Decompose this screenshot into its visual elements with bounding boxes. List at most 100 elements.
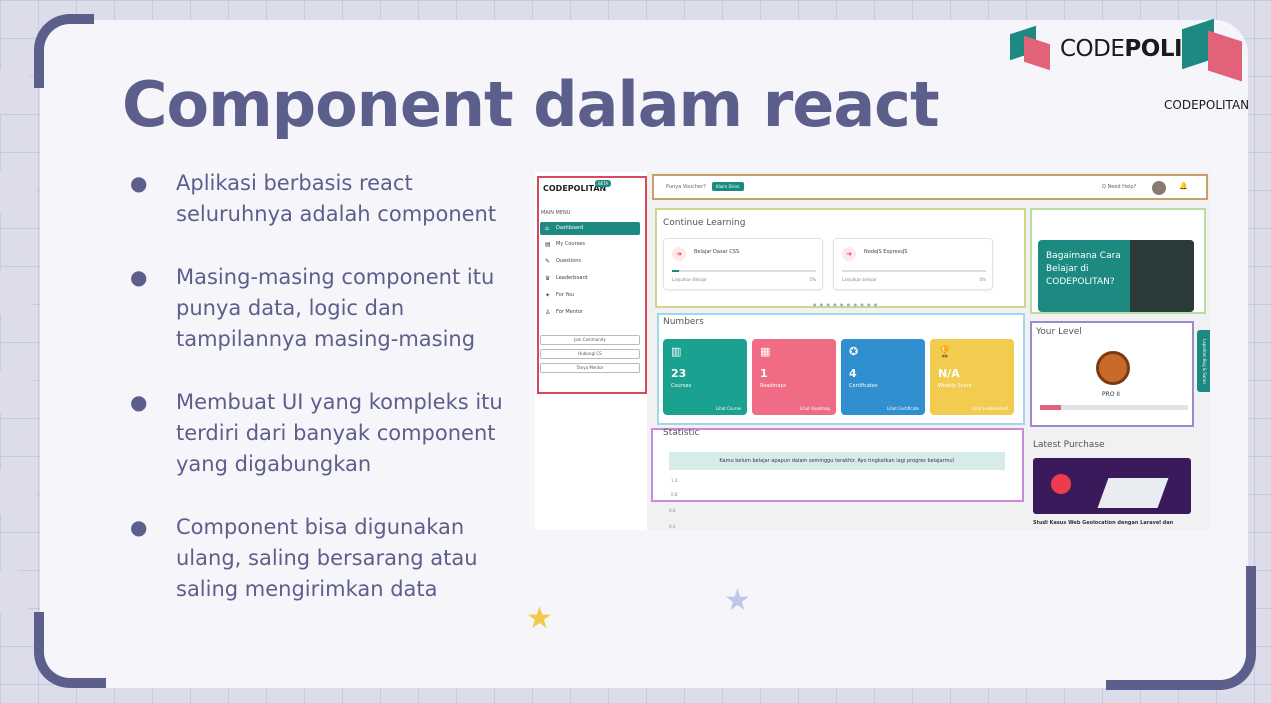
stat-icon: ▦: [760, 345, 771, 358]
slide-title: Component dalam react: [122, 68, 940, 141]
play-icon: ➜: [672, 247, 686, 261]
level-badge-icon: [1096, 351, 1130, 385]
bullet-text: Masing-masing component itu punya data, …: [176, 265, 495, 351]
corner-decoration-bottom-right: [1106, 566, 1256, 690]
dashboard-screenshot: CODEPOLITAN BETA MAIN MENU ⌂ Dashboard ▤ My…: [535, 172, 1210, 530]
corner-decoration-bottom-left: [34, 612, 106, 688]
sidebar-component-outline: [537, 176, 647, 394]
corner-decoration-top-left: [34, 14, 94, 88]
sidebar-item-label: My Courses: [556, 241, 585, 247]
level-progress: [1040, 405, 1188, 410]
stat-value: N/A: [938, 367, 960, 380]
sidebar-item-icon: ✎: [545, 258, 551, 265]
star-lavender-icon: ★: [724, 583, 751, 618]
latest-purchase-thumbnail[interactable]: [1033, 458, 1191, 514]
course-card[interactable]: ➜ Belajar Dasar CSS Lanjutkan Belajar 5%: [663, 238, 823, 290]
sidebar-item-label: For Mentor: [556, 309, 584, 315]
sidebar-item-label: Questions: [556, 258, 581, 264]
bullet-text: Membuat UI yang kompleks itu terdiri dar…: [176, 390, 503, 476]
sidebar-item-my-courses[interactable]: ▤ My Courses: [540, 238, 640, 251]
course-percent: 5%: [809, 277, 816, 282]
voucher-claim-button[interactable]: Klaim Disini: [712, 182, 744, 191]
course-card[interactable]: ➜ NodeJS ExpressJS Lanjutkan belajar 0%: [833, 238, 993, 290]
axis-tick-label: 0.6: [669, 508, 676, 513]
bullet-text: Aplikasi berbasis react seluruhnya adala…: [176, 171, 497, 226]
bell-icon[interactable]: 🔔: [1179, 182, 1188, 190]
level-name: PRO II: [1102, 391, 1120, 398]
cube-logo-large-icon: [1182, 18, 1242, 86]
star-yellow-icon: ★: [526, 601, 553, 636]
sidebar-item-icon: ⌂: [545, 225, 549, 232]
bullet-dot-icon: ●: [130, 265, 148, 289]
stat-label: Certificates: [849, 383, 878, 389]
sidebar-item-questions[interactable]: ✎ Questions: [540, 255, 640, 268]
statistic-panel: Statistic Kamu belum belajar apapun dala…: [651, 428, 1024, 502]
course-continue-link[interactable]: Lanjutkan belajar: [842, 277, 877, 282]
continue-learning-title: Continue Learning: [663, 218, 746, 228]
axis-tick-label: 1.0: [671, 478, 678, 483]
course-name: Belajar Dasar CSS: [694, 249, 740, 255]
bullet-text: Component bisa digunakan ulang, saling b…: [176, 515, 478, 601]
stat-value: 4: [849, 367, 857, 380]
statistic-banner: Kamu belum belajar apapun dalam seminggu…: [669, 452, 1005, 470]
stat-icon: 🏆: [938, 345, 952, 358]
sidebar-badge: BETA: [595, 180, 612, 187]
continue-learning-panel: Continue Learning ➜ Belajar Dasar CSS Lanj…: [655, 208, 1026, 308]
course-name: NodeJS ExpressJS: [864, 249, 908, 255]
stat-link[interactable]: Lihat Course: [716, 406, 741, 411]
course-progress: [842, 270, 986, 272]
numbers-title: Numbers: [663, 317, 704, 327]
stat-label: Weekly Score: [938, 383, 972, 389]
dashboard-topbar: Punya Voucher? Klaim Disini Q Need Help?…: [652, 174, 1208, 200]
statistic-title: Statistic: [663, 428, 700, 438]
bullet-item: ● Component bisa digunakan ulang, saling …: [130, 512, 530, 605]
stat-card-roadmaps: ▦ 1 Roadmaps Lihat Roadmap: [752, 339, 836, 415]
course-continue-link[interactable]: Lanjutkan Belajar: [672, 277, 707, 282]
promo-text: Bagaimana Cara Belajar di CODEPOLITAN?: [1046, 251, 1121, 287]
stat-card-certificates: ✪ 4 Certificates Lihat Certificate: [841, 339, 925, 415]
sidebar-item-icon: ▤: [545, 241, 551, 248]
course-percent: 0%: [979, 277, 986, 282]
bullet-item: ● Aplikasi berbasis react seluruhnya adal…: [130, 168, 530, 230]
sidebar-item-icon: ✦: [545, 292, 551, 299]
course-progress: [672, 270, 816, 272]
level-title: Your Level: [1036, 327, 1082, 337]
axis-tick-label: 0.4: [669, 524, 676, 529]
sidebar-button[interactable]: Tanya Mentor: [540, 363, 640, 373]
sidebar-item-icon: ♛: [545, 275, 551, 282]
need-help-link[interactable]: Q Need Help?: [1102, 184, 1136, 190]
promo-panel: Bagaimana Cara Belajar di CODEPOLITAN?: [1030, 208, 1206, 314]
sidebar-item-icon: ♙: [545, 309, 551, 316]
sidebar-item-leaderboard[interactable]: ♛ Leaderboard: [540, 272, 640, 285]
bullet-dot-icon: ●: [130, 390, 148, 414]
sidebar-item-label: For You: [556, 292, 575, 298]
sidebar-item-dashboard[interactable]: ⌂ Dashboard: [540, 222, 640, 235]
bullet-item: ● Masing-masing component itu punya data,…: [130, 262, 530, 355]
stat-icon: ✪: [849, 345, 859, 358]
sidebar-button[interactable]: Join Community: [540, 335, 640, 345]
bullet-dot-icon: ●: [130, 171, 148, 195]
stat-card-courses: ▥ 23 Courses Lihat Course: [663, 339, 747, 415]
stat-link[interactable]: Lihat Leaderboard: [972, 406, 1008, 411]
avatar[interactable]: [1152, 181, 1166, 195]
report-bug-tab[interactable]: Laporkan Bug & Saran: [1197, 330, 1210, 392]
latest-purchase-caption: Studi Kasus Web Geolocation dengan Larav…: [1033, 520, 1174, 526]
sidebar-item-for-you[interactable]: ✦ For You: [540, 289, 640, 302]
logo-subtext: CODEPOLITAN: [1164, 98, 1250, 112]
play-icon: ➜: [842, 247, 856, 261]
stat-label: Roadmaps: [760, 383, 787, 389]
stat-link[interactable]: Lihat Roadmap: [800, 406, 830, 411]
level-panel: Your Level PRO II: [1030, 321, 1194, 427]
bullet-item: ● Membuat UI yang kompleks itu terdiri da…: [130, 387, 530, 480]
latest-purchase-title: Latest Purchase: [1033, 440, 1105, 450]
stat-card-weekly-score: 🏆 N/A Weekly Score Lihat Leaderboard: [930, 339, 1014, 415]
sidebar-item-for-mentor[interactable]: ♙ For Mentor: [540, 306, 640, 319]
stat-link[interactable]: Lihat Certificate: [887, 406, 919, 411]
stat-label: Courses: [671, 383, 692, 389]
promo-banner[interactable]: Bagaimana Cara Belajar di CODEPOLITAN?: [1038, 240, 1194, 312]
sidebar-item-label: Leaderboard: [556, 275, 588, 281]
stat-value: 23: [671, 367, 687, 380]
carousel-dots[interactable]: ● ● ● ● ● ● ● ● ● ●: [813, 302, 878, 307]
sidebar-button[interactable]: Hubungi CS: [540, 349, 640, 359]
bullet-dot-icon: ●: [130, 515, 148, 539]
